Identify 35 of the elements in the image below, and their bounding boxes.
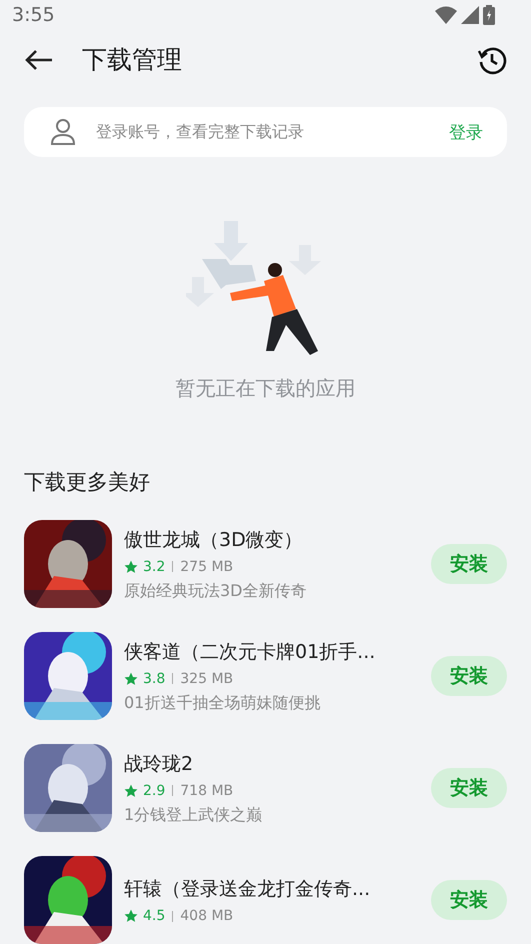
page-title: 下载管理 (82, 44, 183, 76)
install-button[interactable]: 安装 (431, 544, 507, 584)
star-icon (124, 909, 138, 923)
app-rating: 4.5 (143, 908, 166, 924)
empty-message: 暂无正在下载的应用 (176, 375, 356, 402)
app-size: 275 MB (180, 558, 234, 574)
signal-icon (461, 6, 479, 24)
login-prompt: 登录账号，查看完整下载记录 (96, 122, 305, 143)
star-icon (124, 672, 138, 686)
battery-icon (483, 4, 495, 25)
status-time: 3:55 (12, 4, 55, 26)
app-name: 傲世龙城（3D微变） (124, 528, 304, 552)
user-icon (50, 118, 76, 146)
app-description: 1分钱登上武侠之巅 (124, 804, 264, 826)
install-button[interactable]: 安装 (431, 656, 507, 696)
install-button[interactable]: 安装 (431, 880, 507, 920)
app-name: 轩辕（登录送金龙打金传奇... (124, 877, 372, 902)
star-icon (124, 784, 138, 798)
app-rating: 2.9 (143, 782, 166, 798)
app-rating: 3.2 (143, 558, 166, 574)
star-icon (124, 560, 138, 574)
app-description: 01折送千抽全场萌妹随便挑 (124, 692, 322, 714)
install-button[interactable]: 安装 (431, 768, 507, 808)
history-icon[interactable] (477, 44, 507, 75)
app-description: 原始经典玩法3D全新传奇 (124, 580, 308, 602)
app-size: 718 MB (180, 782, 234, 798)
login-link[interactable]: 登录 (449, 120, 483, 144)
app-size: 325 MB (180, 670, 234, 686)
back-icon[interactable] (24, 48, 54, 71)
section-title: 下载更多美好 (24, 469, 151, 496)
app-rating: 3.8 (143, 670, 166, 686)
app-name: 侠客道（二次元卡牌01折手... (124, 640, 376, 664)
app-name: 战玲珑2 (124, 752, 194, 776)
app-size: 408 MB (180, 908, 234, 924)
wifi-icon (435, 6, 457, 24)
